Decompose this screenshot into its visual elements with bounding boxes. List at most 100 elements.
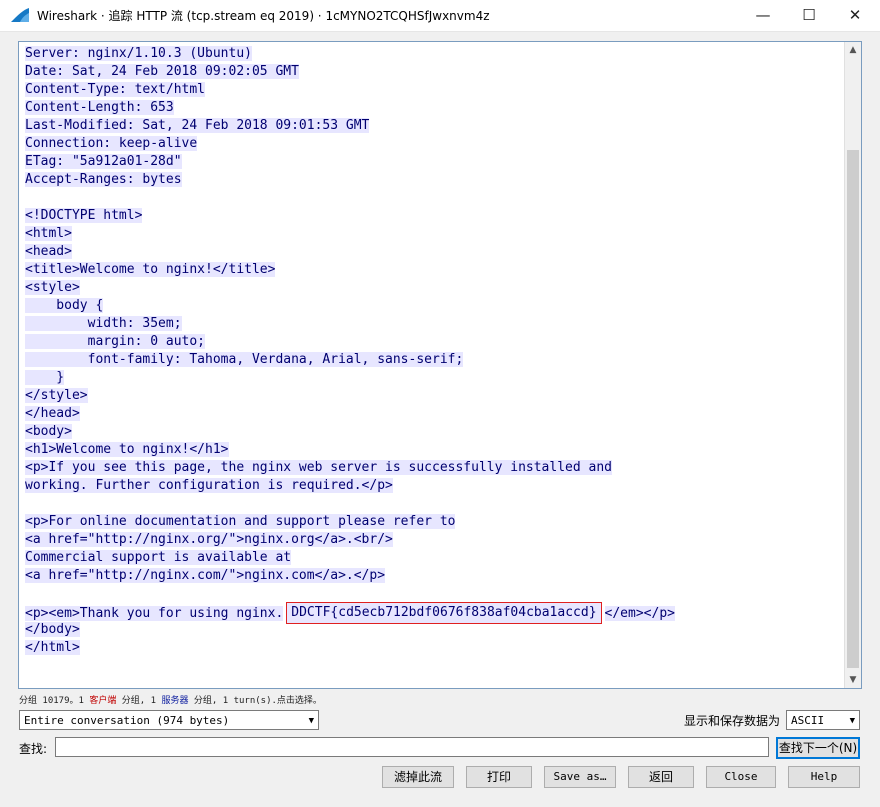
- stream-line: Date: Sat, 24 Feb 2018 09:02:05 GMT: [25, 63, 837, 81]
- stream-line-text: Last-Modified: Sat, 24 Feb 2018 09:01:53…: [25, 118, 370, 133]
- stream-line: ETag: "5a912a01-28d": [25, 153, 837, 171]
- stream-line: Last-Modified: Sat, 24 Feb 2018 09:01:53…: [25, 117, 837, 135]
- stream-line-text: Accept-Ranges: bytes: [25, 172, 182, 187]
- stream-line: margin: 0 auto;: [25, 333, 837, 351]
- title-bar: Wireshark · 追踪 HTTP 流 (tcp.stream eq 201…: [0, 0, 880, 32]
- format-label: 显示和保存数据为: [684, 714, 781, 728]
- stream-line-text: <a href="http://nginx.com/">nginx.com</a…: [25, 568, 386, 583]
- stream-line-text: <html>: [25, 226, 72, 241]
- stream-line-text: <p>For online documentation and support …: [25, 514, 456, 529]
- stream-line-flag: <p><em>Thank you for using nginx. DDCTF{c…: [25, 602, 837, 624]
- find-next-button[interactable]: 查找下一个(N): [776, 737, 860, 759]
- status-part-1: 分组 10179。1: [19, 696, 90, 706]
- stream-line-text: <style>: [25, 280, 80, 295]
- stream-status-text: 分组 10179。1 客户端 分组, 1 服务器 分组, 1 turn(s).点…: [19, 693, 322, 706]
- maximize-button[interactable]: ☐: [786, 0, 832, 31]
- stream-line: font-family: Tahoma, Verdana, Arial, san…: [25, 351, 837, 369]
- back-button[interactable]: 返回: [628, 766, 694, 788]
- conversation-select-value: Entire conversation (974 bytes): [24, 714, 230, 727]
- status-part-2: 分组, 1: [116, 696, 162, 706]
- close-window-button[interactable]: ✕: [832, 0, 878, 31]
- stream-line-text: working. Further configuration is requir…: [25, 478, 393, 493]
- stream-line-text: <p>If you see this page, the nginx web s…: [25, 460, 612, 475]
- print-button[interactable]: 打印: [466, 766, 532, 788]
- stream-line-text: Date: Sat, 24 Feb 2018 09:02:05 GMT: [25, 64, 299, 79]
- stream-line: Accept-Ranges: bytes: [25, 171, 837, 189]
- stream-line: }: [25, 369, 837, 387]
- stream-line: [25, 585, 837, 603]
- stream-line: Commercial support is available at: [25, 549, 837, 567]
- flag-highlight: DDCTF{cd5ecb712bdf0676f838af04cba1accd}: [286, 602, 602, 624]
- stream-line: <a href="http://nginx.com/">nginx.com</a…: [25, 567, 837, 585]
- stream-line: <a href="http://nginx.org/">nginx.org</a…: [25, 531, 837, 549]
- stream-line: Connection: keep-alive: [25, 135, 837, 153]
- vertical-scrollbar[interactable]: ▲ ▼: [844, 42, 861, 688]
- stream-line: <style>: [25, 279, 837, 297]
- stream-line: working. Further configuration is requir…: [25, 477, 837, 495]
- stream-line-text: ETag: "5a912a01-28d": [25, 154, 182, 169]
- stream-line-text: Content-Length: 653: [25, 100, 174, 115]
- format-select-value: ASCII: [791, 714, 825, 727]
- dropdown-arrow-icon: ▼: [308, 716, 314, 726]
- stream-line: width: 35em;: [25, 315, 837, 333]
- stream-line: Content-Length: 653: [25, 99, 837, 117]
- stream-line: </style>: [25, 387, 837, 405]
- find-label: 查找:: [19, 742, 48, 756]
- stream-line-text: width: 35em;: [25, 316, 182, 331]
- scroll-down-arrow-icon[interactable]: ▼: [845, 672, 861, 688]
- stream-text[interactable]: Server: nginx/1.10.3 (Ubuntu) Date: Sat, …: [25, 45, 837, 657]
- stream-line-text: </html>: [25, 640, 80, 655]
- stream-line-text: margin: 0 auto;: [25, 334, 206, 349]
- stream-line-text: <!DOCTYPE html>: [25, 208, 143, 223]
- stream-line-text: <h1>Welcome to nginx!</h1>: [25, 442, 229, 457]
- stream-line-text: </head>: [25, 406, 80, 421]
- stream-line: <!DOCTYPE html>: [25, 207, 837, 225]
- stream-content-view[interactable]: Server: nginx/1.10.3 (Ubuntu) Date: Sat, …: [18, 41, 862, 689]
- stream-line: Server: nginx/1.10.3 (Ubuntu): [25, 45, 837, 63]
- stream-line-text: Commercial support is available at: [25, 550, 292, 565]
- filter-out-stream-button[interactable]: 滤掉此流: [382, 766, 454, 788]
- stream-line: <body>: [25, 423, 837, 441]
- stream-line-text: Content-Type: text/html: [25, 82, 206, 97]
- stream-line: <head>: [25, 243, 837, 261]
- stream-line: <title>Welcome to nginx!</title>: [25, 261, 837, 279]
- stream-line-text: body {: [25, 298, 104, 313]
- stream-line: <html>: [25, 225, 837, 243]
- format-select[interactable]: ASCII ▼: [786, 710, 860, 730]
- find-input[interactable]: [55, 737, 769, 757]
- stream-line: </head>: [25, 405, 837, 423]
- close-button[interactable]: Close: [706, 766, 776, 788]
- stream-line: </html>: [25, 639, 837, 657]
- stream-line-text: }: [25, 370, 65, 385]
- stream-line-text: Server: nginx/1.10.3 (Ubuntu): [25, 46, 252, 61]
- stream-line: body {: [25, 297, 837, 315]
- stream-line: Content-Type: text/html: [25, 81, 837, 99]
- wireshark-fin-icon: [11, 8, 29, 22]
- window-title: Wireshark · 追踪 HTTP 流 (tcp.stream eq 201…: [37, 9, 490, 23]
- stream-line-text: font-family: Tahoma, Verdana, Arial, san…: [25, 352, 464, 367]
- stream-line-text: Connection: keep-alive: [25, 136, 198, 151]
- status-server-label[interactable]: 服务器: [161, 696, 188, 706]
- status-client-label[interactable]: 客户端: [89, 696, 116, 706]
- stream-line-text: <title>Welcome to nginx!</title>: [25, 262, 276, 277]
- thank-you-suffix: </em></p>: [604, 606, 675, 621]
- minimize-button[interactable]: —: [740, 0, 786, 31]
- thank-you-prefix: <p><em>Thank you for using nginx.: [25, 606, 284, 621]
- scrollbar-thumb[interactable]: [847, 150, 859, 668]
- help-button[interactable]: Help: [788, 766, 860, 788]
- stream-line: [25, 189, 837, 207]
- stream-line-text: <body>: [25, 424, 72, 439]
- status-part-3: 分组, 1 turn(s).点击选择。: [188, 696, 322, 706]
- stream-line-text: <head>: [25, 244, 72, 259]
- dropdown-arrow-icon: ▼: [849, 716, 855, 726]
- scroll-up-arrow-icon[interactable]: ▲: [845, 42, 861, 58]
- stream-line: <p>If you see this page, the nginx web s…: [25, 459, 837, 477]
- stream-line: <h1>Welcome to nginx!</h1>: [25, 441, 837, 459]
- stream-line: <p>For online documentation and support …: [25, 513, 837, 531]
- stream-line-text: <a href="http://nginx.org/">nginx.org</a…: [25, 532, 393, 547]
- stream-line-text: </body>: [25, 622, 80, 637]
- conversation-select[interactable]: Entire conversation (974 bytes) ▼: [19, 710, 319, 730]
- save-as-button[interactable]: Save as…: [544, 766, 616, 788]
- stream-line: [25, 495, 837, 513]
- stream-line-text: </style>: [25, 388, 88, 403]
